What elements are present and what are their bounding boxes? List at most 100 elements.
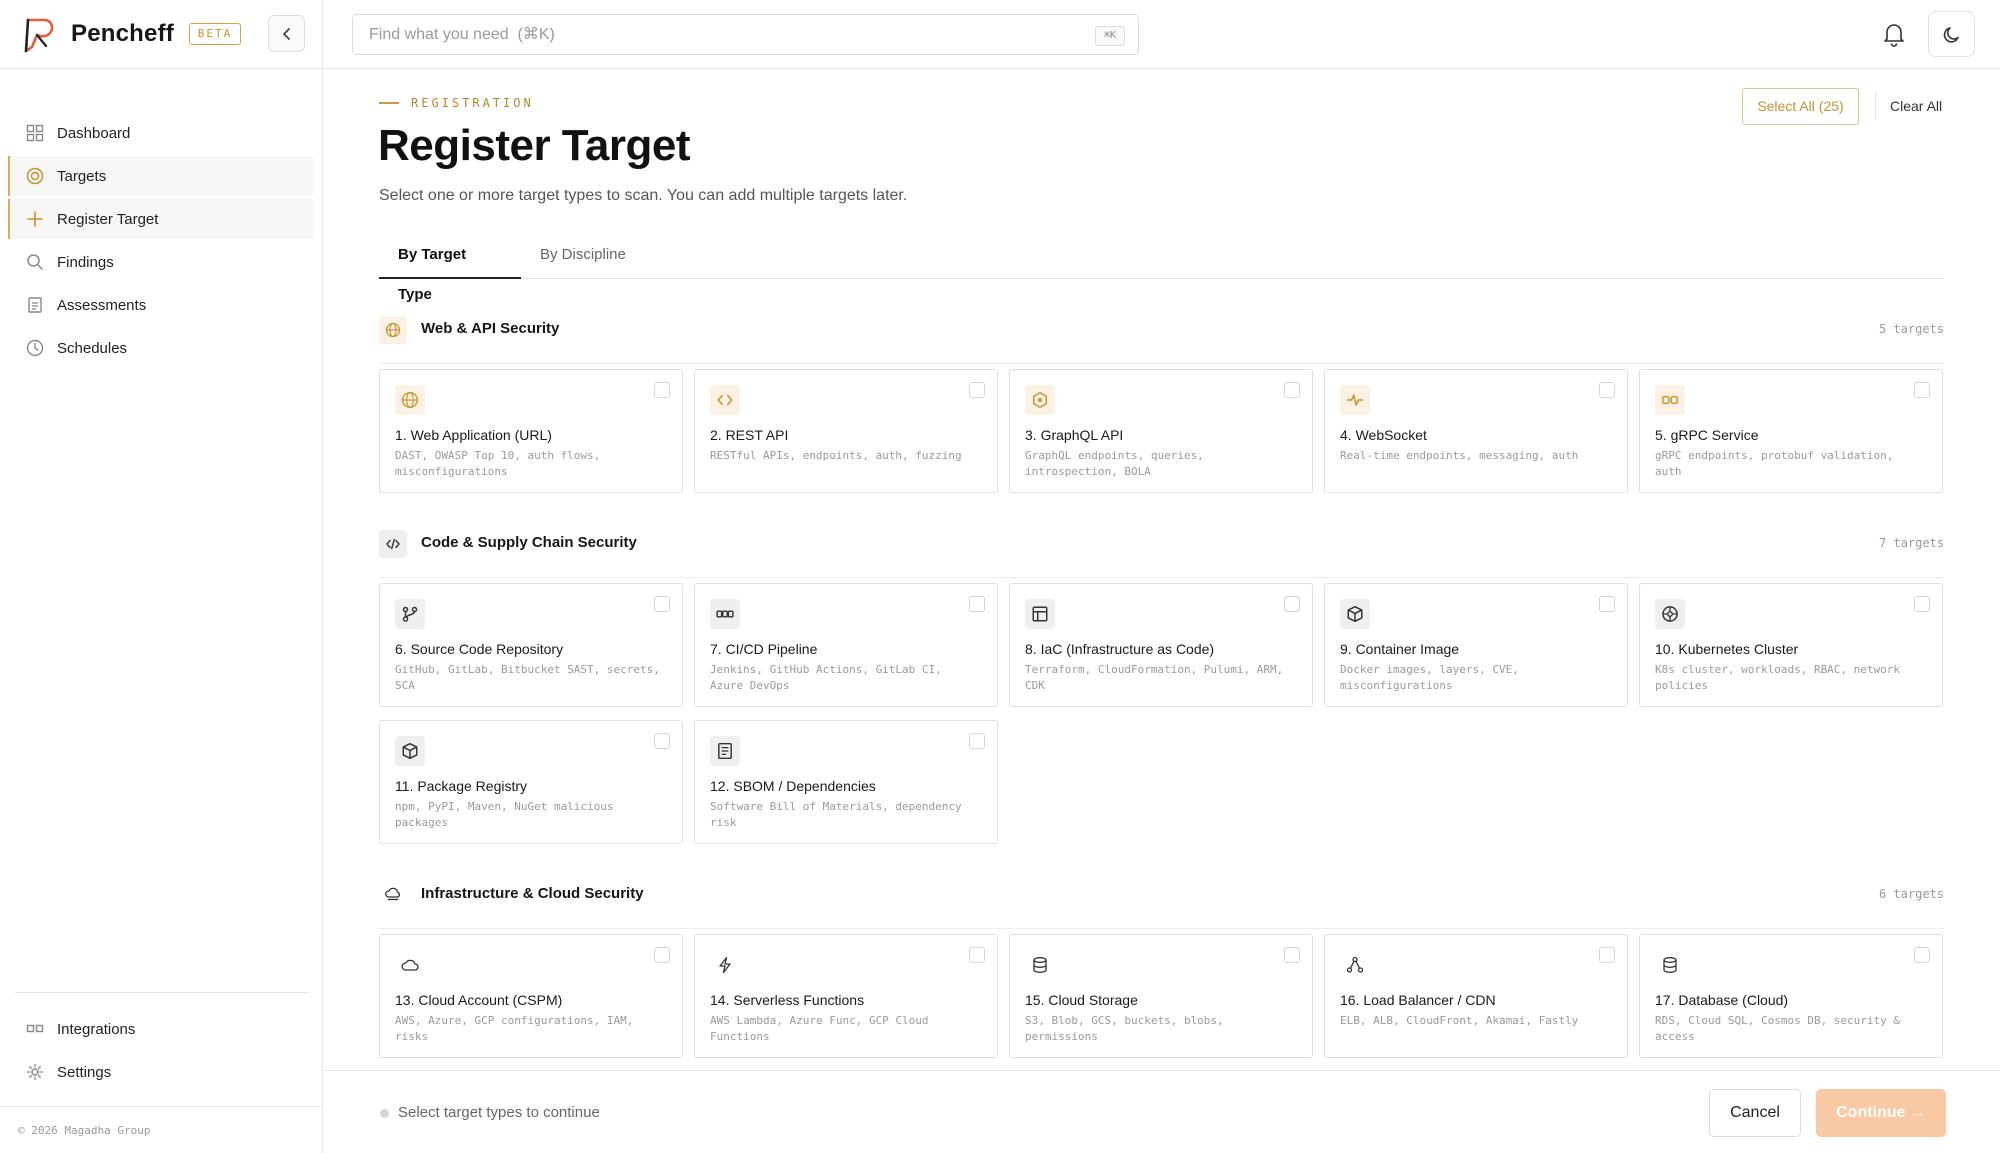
target-card-database-cloud[interactable]: 17. Database (Cloud) RDS, Cloud SQL, Cos… [1639,934,1943,1058]
card-checkbox[interactable] [969,733,985,749]
target-card-serverless-functions[interactable]: 14. Serverless Functions AWS Lambda, Azu… [694,934,998,1058]
sidebar-item-settings[interactable]: Settings [8,1052,314,1092]
sidebar-item-label: Assessments [57,296,147,314]
code-brackets-icon [379,530,407,558]
pencheff-logo [24,18,54,53]
section-count: 5 targets [1878,322,1944,336]
target-card-grpc-service[interactable]: 5. gRPC Service gRPC endpoints, protobuf… [1639,369,1943,493]
sidebar-item-label: Schedules [57,339,128,357]
plus-icon [25,209,45,229]
database-icon [1655,950,1685,980]
target-card-cloud-account[interactable]: 13. Cloud Account (CSPM) AWS, Azure, GCP… [379,934,683,1058]
card-description: DAST, OWASP Top 10, auth flows, misconfi… [395,449,601,478]
continue-button[interactable]: Continue → [1816,1089,1946,1137]
sidebar-item-register-target[interactable]: Register Target [8,199,314,239]
link-icon [25,1019,45,1039]
theme-toggle-button[interactable] [1928,11,1975,57]
target-icon [25,166,45,186]
card-checkbox[interactable] [1914,947,1930,963]
card-checkbox[interactable] [654,382,670,398]
action-footer: Select target types to continue Cancel C… [323,1070,2000,1153]
bell-icon[interactable] [1881,21,1907,47]
card-title: 4. WebSocket [1340,427,1427,443]
target-card-sbom-dependencies[interactable]: 12. SBOM / Dependencies Software Bill of… [694,720,998,844]
section-header: Code & Supply Chain Security 7 targets [379,530,1944,578]
card-description: gRPC endpoints, protobuf validation, aut… [1655,449,1894,478]
card-checkbox[interactable] [654,947,670,963]
card-description: Software Bill of Materials, dependency r… [710,800,962,829]
pulse-icon [1340,385,1370,415]
sidebar-item-assessments[interactable]: Assessments [8,285,314,325]
card-title: 14. Serverless Functions [710,992,865,1008]
target-card-source-code-repository[interactable]: 6. Source Code Repository GitHub, GitLab… [379,583,683,707]
sidebar-item-targets[interactable]: Targets [8,156,314,196]
sidebar-item-integrations[interactable]: Integrations [8,1009,314,1049]
card-checkbox[interactable] [969,596,985,612]
card-checkbox[interactable] [1914,596,1930,612]
card-checkbox[interactable] [654,596,670,612]
card-title: 12. SBOM / Dependencies [710,778,876,794]
target-card-rest-api[interactable]: 2. REST API RESTful APIs, endpoints, aut… [694,369,998,493]
card-title: 17. Database (Cloud) [1655,992,1789,1008]
card-description: ELB, ALB, CloudFront, Akamai, Fastly [1340,1014,1579,1027]
card-checkbox[interactable] [1599,596,1615,612]
card-description: GitHub, GitLab, Bitbucket SAST, secrets,… [395,663,660,692]
target-card-cicd-pipeline[interactable]: 7. CI/CD Pipeline Jenkins, GitHub Action… [694,583,998,707]
status-dot [380,1109,389,1118]
collapse-sidebar-button[interactable] [268,15,305,52]
target-card-container-image[interactable]: 9. Container Image Docker images, layers… [1324,583,1628,707]
sidebar-item-label: Targets [57,167,107,185]
helm-icon [1655,599,1685,629]
sidebar-item-findings[interactable]: Findings [8,242,314,282]
card-checkbox[interactable] [1914,382,1930,398]
target-card-iac[interactable]: 8. IaC (Infrastructure as Code) Terrafor… [1009,583,1313,707]
card-description: AWS Lambda, Azure Func, GCP Cloud Functi… [710,1014,929,1043]
box-icon [1340,599,1370,629]
beta-badge: BETA [189,23,241,45]
eyebrow: REGISTRATION [379,96,534,110]
card-checkbox[interactable] [969,947,985,963]
search-input[interactable] [369,23,1029,47]
section-count: 7 targets [1878,536,1944,550]
target-card-cloud-storage[interactable]: 15. Cloud Storage S3, Blob, GCS, buckets… [1009,934,1313,1058]
sidebar-divider [15,992,309,993]
cloud-server-icon [379,881,407,909]
copyright: © 2026 Magadha Group [18,1124,151,1137]
select-all-button[interactable]: Select All (25) [1742,88,1859,125]
tab-bar: By Target Type By Discipline [379,235,1944,303]
card-title: 6. Source Code Repository [395,641,564,657]
target-card-package-registry[interactable]: 11. Package Registry npm, PyPI, Maven, N… [379,720,683,844]
section-title: Web & API Security [421,320,560,337]
tab-by-target-type[interactable]: By Target Type [379,235,521,303]
card-checkbox[interactable] [1599,947,1615,963]
card-checkbox[interactable] [1599,382,1615,398]
clear-all-button[interactable]: Clear All [1890,88,1942,125]
card-checkbox[interactable] [654,733,670,749]
storage-icon [1025,950,1055,980]
brand-header: Pencheff BETA [0,0,323,69]
card-checkbox[interactable] [969,382,985,398]
card-checkbox[interactable] [1284,947,1300,963]
target-card-load-balancer[interactable]: 16. Load Balancer / CDN ELB, ALB, CloudF… [1324,934,1628,1058]
section-header: Web & API Security 5 targets [379,316,1944,364]
card-title: 13. Cloud Account (CSPM) [395,992,563,1008]
sidebar-item-schedules[interactable]: Schedules [8,328,314,368]
target-card-websocket[interactable]: 4. WebSocket Real-time endpoints, messag… [1324,369,1628,493]
card-checkbox[interactable] [1284,382,1300,398]
hexagon-icon [1025,385,1055,415]
page-subtitle: Select one or more target types to scan.… [379,187,908,204]
target-card-graphql-api[interactable]: 3. GraphQL API GraphQL endpoints, querie… [1009,369,1313,493]
cancel-button[interactable]: Cancel [1709,1089,1801,1137]
eyebrow-label: REGISTRATION [411,96,534,110]
card-title: 7. CI/CD Pipeline [710,641,818,657]
code-brackets-icon [710,385,740,415]
clock-icon [25,338,45,358]
card-description: AWS, Azure, GCP configurations, IAM, ris… [395,1014,634,1043]
target-card-web-application[interactable]: 1. Web Application (URL) DAST, OWASP Top… [379,369,683,493]
card-title: 15. Cloud Storage [1025,992,1138,1008]
card-title: 11. Package Registry [395,778,528,794]
tab-by-discipline[interactable]: By Discipline [521,235,645,279]
card-checkbox[interactable] [1284,596,1300,612]
target-card-kubernetes-cluster[interactable]: 10. Kubernetes Cluster K8s cluster, work… [1639,583,1943,707]
sidebar-item-dashboard[interactable]: Dashboard [8,113,314,153]
